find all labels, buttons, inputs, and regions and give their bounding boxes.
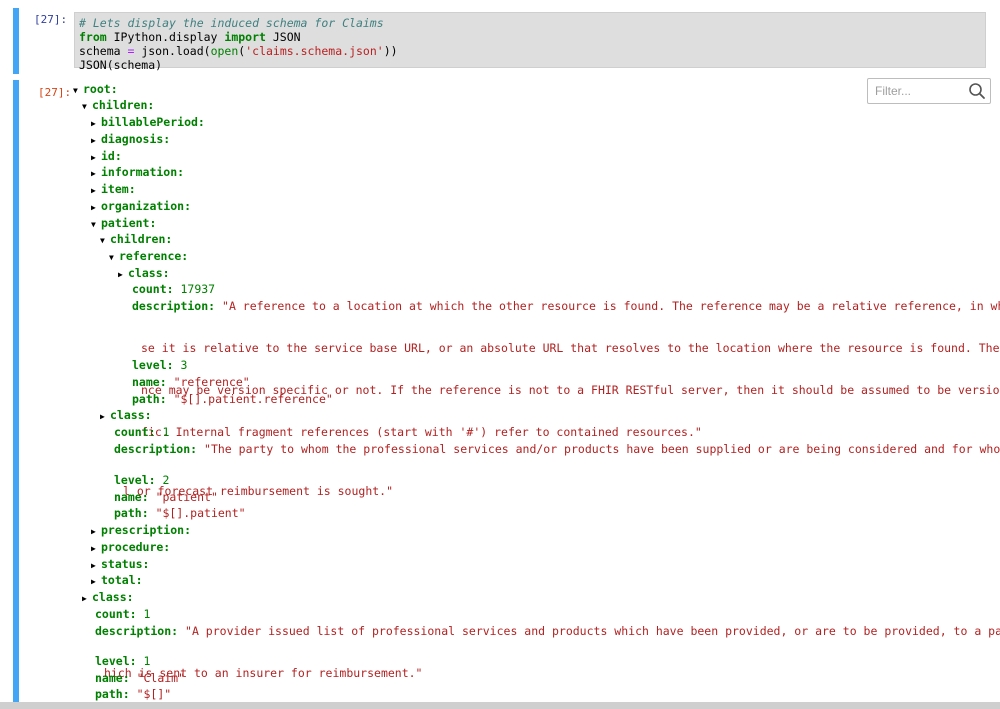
tree-node-information[interactable]: ▶ information: [91,165,184,181]
reference-name: name: "reference" [132,375,250,389]
tree-node-total[interactable]: ▶ total: [91,573,143,589]
filter-input[interactable] [868,79,971,103]
caret-right-icon[interactable]: ▶ [91,167,101,181]
caret-down-icon[interactable]: ▼ [73,84,83,98]
root-name: name: "Claim" [95,671,186,685]
root-description: description: "A provider issued list of … [95,624,1000,638]
caret-right-icon[interactable]: ▶ [91,542,101,556]
tree-node-item[interactable]: ▶ item: [91,182,136,198]
caret-down-icon[interactable]: ▼ [82,100,92,114]
input-cell[interactable]: [27]: # Lets display the induced schema … [0,8,1000,74]
reference-level: level: 3 [132,358,188,372]
output-cell: [27]: ▼ root: ▼ children: ▶ billablePeriod:… [0,80,1000,702]
reference-count: count: 17937 [132,282,216,296]
reference-description: description: "A reference to a location … [132,299,1000,313]
caret-down-icon[interactable]: ▼ [109,251,119,265]
tree-node-patient-children[interactable]: ▼ children: [100,232,172,248]
tree-node-patient-class[interactable]: ▶ class: [100,408,152,424]
root-count: count: 1 [95,607,151,621]
tree-node-billablePeriod[interactable]: ▶ billablePeriod: [91,115,205,131]
caret-right-icon[interactable]: ▶ [100,410,110,424]
code-text: )) [383,44,398,58]
caret-right-icon[interactable]: ▶ [91,151,101,165]
code-line: # Lets display the induced schema for Cl… [79,16,981,30]
caret-right-icon[interactable]: ▶ [91,525,101,539]
patient-description: description: "The party to whom the prof… [114,442,1000,456]
tree-node-root-class[interactable]: ▶ class: [82,590,134,606]
json-tree-view: ▼ root: ▼ children: ▶ billablePeriod: ▶ diag… [0,80,1000,702]
tree-node-patient[interactable]: ▼ patient: [91,216,156,232]
patient-path: path: "$[].patient" [114,506,246,520]
code-text: json.load( [134,44,211,58]
tree-node-reference[interactable]: ▼ reference: [109,249,188,265]
code-text: JSON(schema) [79,58,163,72]
code-keyword: import [224,30,266,44]
caret-right-icon[interactable]: ▶ [91,559,101,573]
tree-node-status[interactable]: ▶ status: [91,557,149,573]
code-text: IPython.display [106,30,225,44]
patient-name: name: "patient" [114,490,218,504]
caret-right-icon[interactable]: ▶ [91,117,101,131]
reference-path: path: "$[].patient.reference" [132,392,333,406]
patient-count: count: 1 [114,425,170,439]
input-prompt: [27]: [34,13,68,26]
caret-right-icon[interactable]: ▶ [82,592,92,606]
filter-box[interactable] [867,78,991,104]
tree-node-procedure[interactable]: ▶ procedure: [91,540,170,556]
caret-down-icon[interactable]: ▼ [91,218,101,232]
code-text: JSON [265,30,301,44]
caret-right-icon[interactable]: ▶ [91,201,101,215]
code-text: schema [79,44,128,58]
code-keyword: from [79,30,107,44]
code-editor[interactable]: # Lets display the induced schema for Cl… [74,12,986,72]
code-comment: # Lets display the induced schema for Cl… [79,16,384,30]
code-line: schema = json.load(open('claims.schema.j… [79,44,981,58]
tree-node-organization[interactable]: ▶ organization: [91,199,191,215]
caret-right-icon[interactable]: ▶ [91,134,101,148]
tree-node-id[interactable]: ▶ id: [91,149,122,165]
root-path: path: "$[]" [95,687,172,701]
code-line: from IPython.display import JSON [79,30,981,44]
root-level: level: 1 [95,654,151,668]
tree-node-prescription[interactable]: ▶ prescription: [91,523,191,539]
code-line: JSON(schema) [79,58,981,72]
tree-node-children[interactable]: ▼ children: [82,98,154,114]
code-builtin: open [210,44,239,58]
search-icon[interactable] [968,82,986,100]
patient-level: level: 2 [114,473,170,487]
caret-right-icon[interactable]: ▶ [91,575,101,589]
code-string: 'claims.schema.json' [245,44,384,58]
tree-node-root[interactable]: ▼ root: [73,82,118,98]
cell-selection-bar [13,8,19,74]
caret-right-icon[interactable]: ▶ [91,184,101,198]
caret-down-icon[interactable]: ▼ [100,234,110,248]
tree-node-reference-class[interactable]: ▶ class: [118,266,170,282]
tree-node-diagnosis[interactable]: ▶ diagnosis: [91,132,170,148]
horizontal-scrollbar[interactable] [0,702,1000,709]
caret-right-icon[interactable]: ▶ [118,268,128,282]
